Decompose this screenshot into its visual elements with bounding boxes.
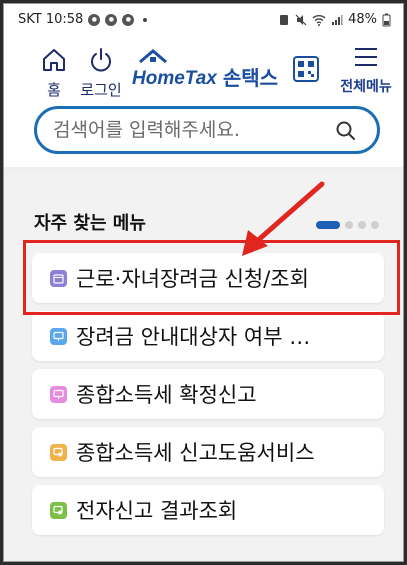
- menu-item-earned-income-credit[interactable]: 근로·자녀장려금 신청/조회: [32, 253, 384, 303]
- logo-korean: 손택스: [222, 65, 279, 90]
- pager-dot-2[interactable]: [345, 221, 353, 229]
- talk-notification-icon: ●: [122, 13, 135, 26]
- battery-icon: [382, 13, 391, 26]
- menu-item-e-filing-result[interactable]: 전자신고 결과조회: [32, 485, 384, 535]
- menu-item-label: 근로·자녀장려금 신청/조회: [76, 267, 309, 291]
- menu-item-label: 장려금 안내대상자 여부 …: [76, 325, 311, 349]
- menu-item-incentive-eligibility[interactable]: 장려금 안내대상자 여부 …: [32, 311, 384, 361]
- calendar-icon: [50, 269, 67, 287]
- hamburger-icon: [355, 48, 377, 66]
- monitor-icon: [50, 327, 67, 345]
- menu-item-label: 전자신고 결과조회: [76, 499, 238, 523]
- login-button[interactable]: 로그인: [76, 48, 126, 100]
- qr-code-icon: [293, 56, 319, 82]
- menu-item-income-tax-filing[interactable]: 종합소득세 확정신고: [32, 369, 384, 419]
- pager-dot-3[interactable]: [358, 221, 366, 229]
- more-notifications-icon: [143, 17, 148, 22]
- red-arrow-annotation: [242, 181, 325, 256]
- hometax-logo[interactable]: HomeTax 손택스: [132, 49, 279, 94]
- power-icon: [91, 48, 111, 72]
- chat-search-icon: [50, 443, 67, 461]
- wifi-icon: [312, 14, 326, 26]
- pager-dot-4[interactable]: [371, 221, 379, 229]
- home-button[interactable]: 홈: [36, 48, 72, 100]
- alarm-icon: [280, 14, 289, 25]
- favorites-section: 자주 찾는 메뉴 근로·자녀장려금 신청/조회 장려금 안내대상자 여부 … 종…: [4, 173, 403, 561]
- mute-icon: [295, 14, 307, 25]
- full-menu-label: 전체메뉴: [340, 79, 392, 95]
- menu-item-label: 종합소득세 확정신고: [76, 383, 257, 407]
- signal-icon: [332, 14, 343, 25]
- status-time: SKT 10:58: [18, 12, 84, 27]
- search-icon[interactable]: [335, 120, 357, 142]
- login-label: 로그인: [80, 81, 122, 99]
- qr-button[interactable]: [293, 56, 319, 82]
- search-input[interactable]: [53, 119, 323, 141]
- chat-search-icon: [50, 501, 67, 519]
- full-menu-button[interactable]: 전체메뉴: [334, 46, 398, 96]
- app-header: 홈 로그인 HomeTax 손택스 전체메뉴: [4, 34, 403, 104]
- notification-icon: ●: [88, 13, 101, 26]
- favorites-title: 자주 찾는 메뉴: [34, 213, 146, 234]
- menu-item-income-tax-help[interactable]: 종합소득세 신고도움서비스: [32, 427, 384, 477]
- menu-item-label: 종합소득세 신고도움서비스: [76, 441, 315, 465]
- home-label: 홈: [47, 81, 61, 99]
- app-frame: SKT 10:58 ● ● ● 48% 홈 로그인 HomeTax 손택스 전체…: [3, 3, 404, 562]
- favorites-list: 근로·자녀장려금 신청/조회 장려금 안내대상자 여부 … 종합소득세 확정신고…: [32, 253, 384, 543]
- home-icon: [43, 49, 65, 71]
- search-box[interactable]: [34, 106, 380, 154]
- battery-percent: 48%: [348, 12, 377, 27]
- status-bar: SKT 10:58 ● ● ● 48%: [4, 4, 403, 34]
- chat-notification-icon: ●: [105, 13, 118, 26]
- house-roof-icon: [139, 49, 167, 64]
- monitor-icon: [50, 385, 67, 403]
